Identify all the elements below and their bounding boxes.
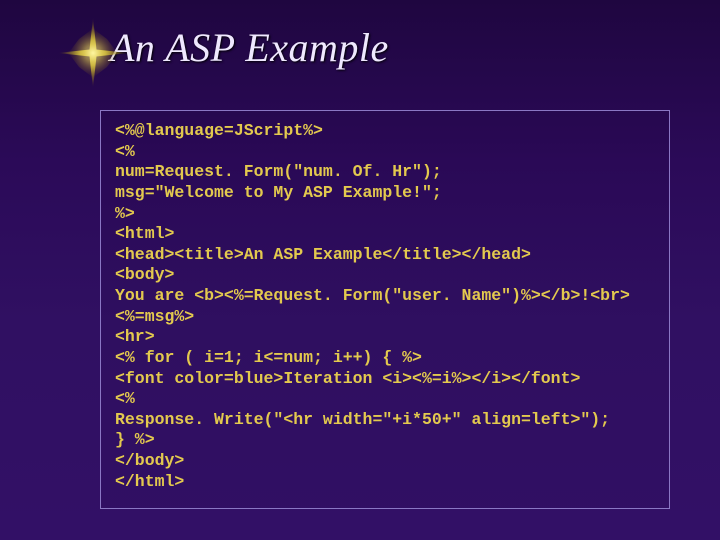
code-line: <html> [115,224,655,245]
code-line: <hr> [115,327,655,348]
title-row: An ASP Example [110,24,389,71]
code-line: <%@language=JScript%> [115,121,655,142]
code-line: <% for ( i=1; i<=num; i++) { %> [115,348,655,369]
code-line: <% [115,142,655,163]
code-line: </html> [115,472,655,493]
code-line: %> [115,204,655,225]
code-line: <font color=blue>Iteration <i><%=i%></i>… [115,369,655,390]
code-line: msg="Welcome to My ASP Example!"; [115,183,655,204]
code-line: You are <b><%=Request. Form("user. Name"… [115,286,655,307]
slide-title: An ASP Example [110,24,389,71]
code-line: } %> [115,430,655,451]
code-line: num=Request. Form("num. Of. Hr"); [115,162,655,183]
code-line: </body> [115,451,655,472]
code-line: <body> [115,265,655,286]
slide: An ASP Example <%@language=JScript%> <% … [0,0,720,540]
code-line: <%=msg%> [115,307,655,328]
code-box: <%@language=JScript%> <% num=Request. Fo… [100,110,670,509]
code-line: <% [115,389,655,410]
code-line: <head><title>An ASP Example</title></hea… [115,245,655,266]
star-icon [58,18,128,88]
code-line: Response. Write("<hr width="+i*50+" alig… [115,410,655,431]
